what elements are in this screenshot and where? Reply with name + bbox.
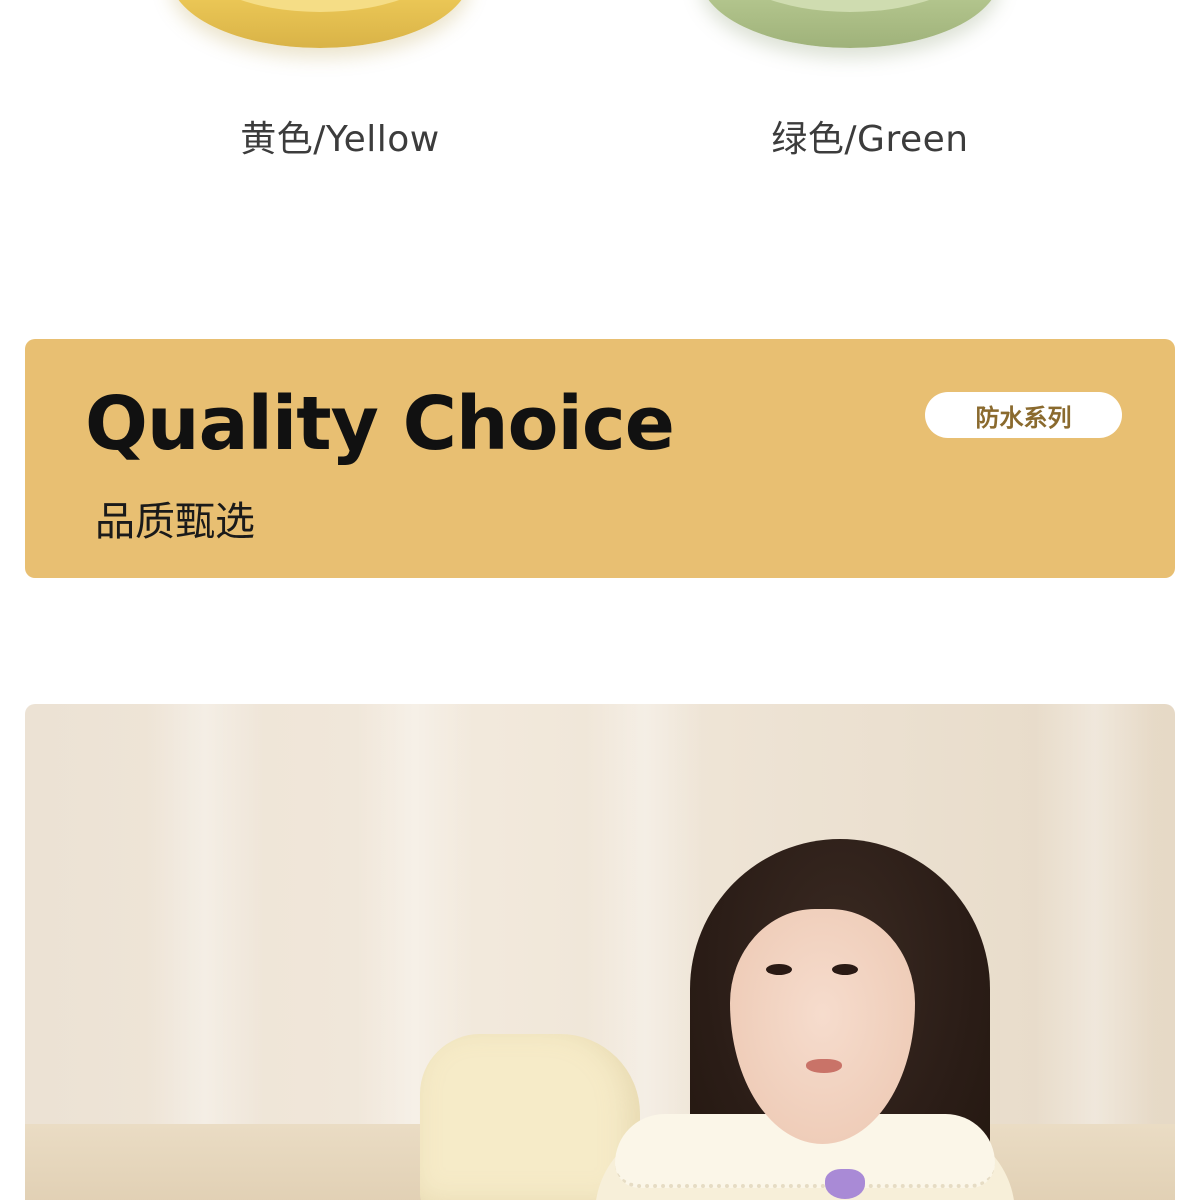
slipper-rim <box>722 0 978 12</box>
mouth <box>806 1059 842 1073</box>
lifestyle-photo <box>25 704 1175 1200</box>
eye <box>832 964 858 975</box>
swatch-label: 绿色/Green <box>771 119 969 160</box>
banner-subtitle: 品质甄选 <box>95 499 255 545</box>
series-badge: 防水系列 <box>925 392 1122 438</box>
swatch-label: 黄色/Yellow <box>240 119 440 160</box>
green-slipper-image <box>700 0 1000 48</box>
banner-title: Quality Choice <box>85 381 675 467</box>
slipper-rim <box>192 0 448 12</box>
swatch-yellow[interactable]: 黄色/Yellow <box>170 0 510 170</box>
quality-banner: Quality Choice 品质甄选 防水系列 <box>25 339 1175 578</box>
swatch-green[interactable]: 绿色/Green <box>700 0 1040 170</box>
eye <box>766 964 792 975</box>
bow-ornament <box>825 1169 865 1199</box>
yellow-slipper-image <box>170 0 470 48</box>
